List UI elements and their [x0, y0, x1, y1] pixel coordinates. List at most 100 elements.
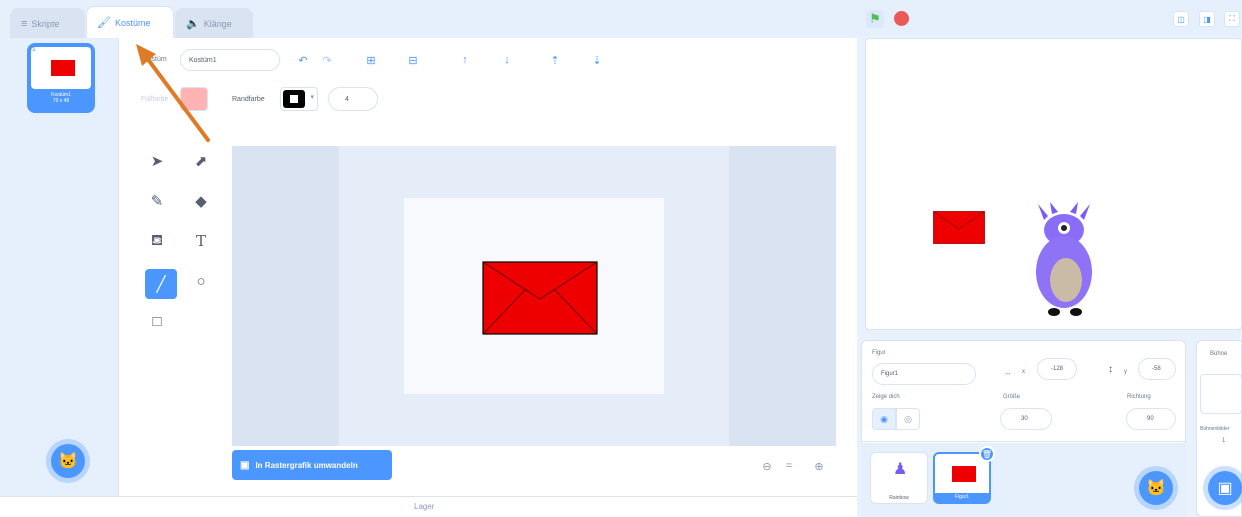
small-stage-button[interactable]: ◫ [1173, 11, 1189, 27]
group-icon: ⊞ [366, 54, 376, 67]
backdrops-count: 1 [1222, 438, 1226, 444]
back-button[interactable]: ⇣ [588, 50, 606, 70]
direction-label: Richtung [1127, 394, 1151, 400]
choose-sprite-button[interactable]: 🐱 [1139, 471, 1173, 505]
cat-icon: 🐱 [1146, 480, 1166, 497]
undo-button[interactable]: ↶ [294, 50, 312, 70]
rectangle-tool[interactable]: □ [145, 309, 169, 333]
tab-code[interactable]: ≡ Skripte [10, 8, 85, 38]
costume-item[interactable]: 1 Kostüm1 70 x 48 [27, 43, 95, 113]
sprite-tile-name: Figur1 [935, 493, 989, 502]
annotation-arrow [136, 44, 210, 142]
select-tool[interactable]: ➤ [145, 149, 169, 173]
chevron-down-icon: ▾ [310, 94, 314, 101]
undo-icon: ↶ [298, 54, 308, 67]
brush-tool[interactable]: ✎ [145, 189, 169, 213]
trash-icon: 🗑 [981, 449, 993, 459]
sprite-name-input[interactable]: Figur1 [872, 363, 976, 385]
stop-button[interactable] [894, 11, 909, 26]
backdrop-thumbnail [1200, 374, 1242, 414]
line-tool[interactable]: ╱ [145, 269, 177, 299]
brush-tool-icon: ✎ [150, 193, 164, 210]
tab-sounds[interactable]: 🔈 Klänge [175, 8, 253, 38]
text-tool[interactable]: T [189, 229, 213, 253]
rectangle-icon: □ [152, 312, 162, 330]
show-sprite-button[interactable]: ◉ [872, 408, 896, 430]
redo-button[interactable]: ↷ [318, 50, 336, 70]
backpack-bar[interactable]: Lager [0, 496, 857, 517]
zoom-out-icon: ⊖ [762, 460, 772, 473]
fill-tool[interactable]: ⛾ [145, 229, 169, 253]
tab-costumes[interactable]: 🖌 Kostüme [86, 6, 174, 38]
backpack-label: Lager [414, 502, 435, 511]
zoom-reset-button[interactable]: = [778, 454, 800, 478]
outline-width-input[interactable]: 4 [328, 87, 378, 111]
eye-icon: ◉ [880, 413, 888, 424]
size-label: Größe [1003, 394, 1021, 400]
backward-button[interactable]: ↓ [498, 50, 516, 70]
sprite-tile-rainbow[interactable]: ♟ Rainbow [870, 452, 928, 504]
to-back-icon: ⇣ [592, 54, 602, 67]
large-stage-icon: ◨ [1203, 14, 1211, 24]
reshape-icon: ⬈ [194, 153, 208, 170]
sprite-name-value: Figur1 [881, 371, 899, 377]
convert-to-bitmap-button[interactable]: ▣ In Rastergrafik umwandeln [232, 450, 392, 480]
eraser-tool[interactable]: ◆ [189, 189, 213, 213]
select-arrow-icon: ➤ [150, 153, 164, 170]
group-button[interactable]: ⊞ [362, 50, 380, 70]
y-value: -58 [1152, 366, 1161, 372]
circle-icon: ○ [196, 272, 206, 290]
delete-sprite-button[interactable]: 🗑 [979, 446, 995, 462]
outline-width-value: 4 [345, 95, 349, 103]
hide-sprite-button[interactable]: ◎ [896, 408, 920, 430]
zoom-out-button[interactable]: ⊖ [756, 454, 778, 478]
size-value: 30 [1021, 416, 1028, 422]
size-input[interactable]: 30 [1000, 408, 1052, 430]
y-input[interactable]: -58 [1138, 358, 1176, 380]
envelope-shape[interactable] [482, 261, 598, 335]
green-flag-button[interactable]: ⚑ [866, 10, 884, 28]
direction-input[interactable]: 90 [1126, 408, 1176, 430]
redo-icon: ↷ [322, 54, 332, 67]
image-icon: ▣ [1217, 480, 1233, 497]
reshape-tool[interactable]: ⬈ [189, 149, 213, 173]
eye-off-icon: ◎ [904, 413, 912, 424]
circle-tool[interactable]: ○ [189, 269, 213, 293]
outline-color-picker[interactable]: ▾ [280, 87, 318, 111]
envelope-thumbnail [952, 466, 976, 482]
show-label: Zeige dich [872, 394, 900, 400]
zoom-in-icon: ⊕ [814, 460, 824, 473]
costume-thumbnail [31, 47, 91, 89]
large-stage-button[interactable]: ◨ [1199, 11, 1215, 27]
forward-button[interactable]: ↑ [456, 50, 474, 70]
costume-size: 70 x 48 [52, 98, 70, 104]
convert-label: In Rastergrafik umwandeln [255, 460, 358, 470]
stage-envelope-sprite[interactable] [933, 211, 985, 244]
choose-costume-button[interactable]: 🐱 [51, 444, 85, 478]
tab-costumes-label: Kostüme [114, 17, 151, 28]
x-input[interactable]: -128 [1037, 358, 1077, 380]
stage-panel-title: Bühne [1210, 351, 1228, 357]
brush-icon: 🖌 [97, 17, 111, 29]
code-icon: ≡ [21, 17, 28, 30]
monster-thumbnail-icon: ♟ [893, 461, 908, 478]
sprite-label: Figur [872, 350, 886, 356]
front-button[interactable]: ⇡ [546, 50, 564, 70]
fullscreen-button[interactable]: ⛶ [1224, 11, 1240, 27]
line-icon: ╱ [156, 276, 166, 293]
choose-backdrop-button[interactable]: ▣ [1208, 471, 1242, 505]
monster-sprite[interactable] [1030, 200, 1098, 318]
backdrops-label: Bühnenbilder [1200, 426, 1230, 432]
speaker-icon: 🔈 [186, 18, 200, 30]
ungroup-button[interactable]: ⊟ [404, 50, 422, 70]
flag-icon: ⚑ [869, 11, 881, 26]
outline-label: Randfarbe [232, 96, 265, 103]
equals-icon: = [785, 460, 793, 472]
cat-icon: 🐱 [58, 453, 78, 470]
direction-value: 90 [1147, 416, 1154, 422]
to-front-icon: ⇡ [550, 54, 560, 67]
ungroup-icon: ⊟ [408, 54, 418, 67]
arrow-down-icon: ↓ [504, 54, 510, 66]
zoom-in-button[interactable]: ⊕ [808, 454, 830, 478]
y-label: y [1124, 369, 1127, 375]
